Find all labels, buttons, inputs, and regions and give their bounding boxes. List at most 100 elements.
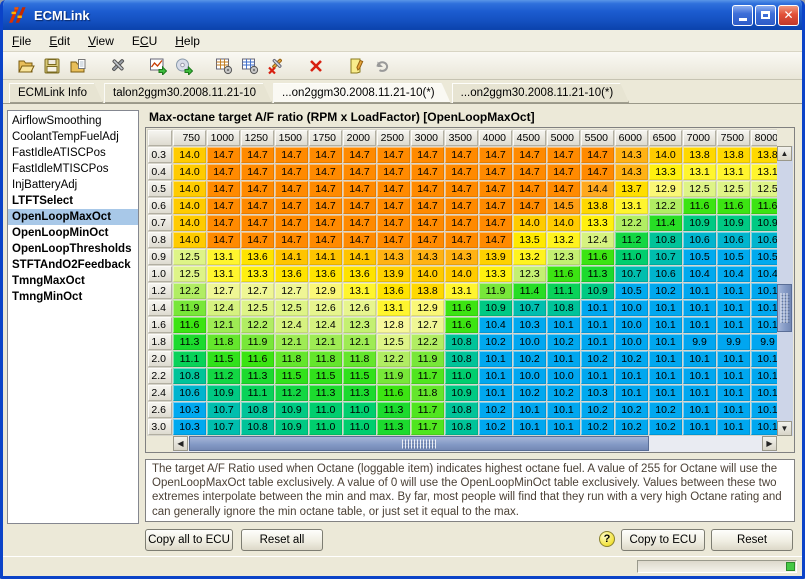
sidebar-item-openloopminoct[interactable]: OpenLoopMinOct (8, 225, 138, 241)
cell-0.4-2500[interactable]: 14.7 (377, 164, 410, 180)
cell-1.0-7500[interactable]: 10.4 (717, 266, 750, 282)
load-header-2.0[interactable]: 2.0 (148, 351, 172, 367)
export-graph-icon[interactable] (145, 54, 171, 78)
cell-2.0-8000[interactable]: 10.1 (751, 351, 777, 367)
cell-0.5-5500[interactable]: 14.4 (581, 181, 614, 197)
cell-2.4-8000[interactable]: 10.1 (751, 385, 777, 401)
sidebar-item-fastidleatiscpos[interactable]: FastIdleATISCPos (8, 145, 138, 161)
cell-1.6-7000[interactable]: 10.1 (683, 317, 716, 333)
cell-0.5-2500[interactable]: 14.7 (377, 181, 410, 197)
rpm-header-6500[interactable]: 6500 (649, 130, 682, 146)
cell-0.9-1500[interactable]: 14.1 (275, 249, 308, 265)
cell-0.9-5500[interactable]: 11.6 (581, 249, 614, 265)
cell-1.2-7500[interactable]: 10.1 (717, 283, 750, 299)
cell-1.6-2000[interactable]: 12.3 (343, 317, 376, 333)
cell-3.0-6500[interactable]: 10.2 (649, 419, 682, 435)
cell-0.8-1500[interactable]: 14.7 (275, 232, 308, 248)
cell-3.0-5000[interactable]: 10.1 (547, 419, 580, 435)
load-header-1.4[interactable]: 1.4 (148, 300, 172, 316)
cell-0.4-3500[interactable]: 14.7 (445, 164, 478, 180)
cell-0.3-2000[interactable]: 14.7 (343, 147, 376, 163)
cell-1.8-2000[interactable]: 12.1 (343, 334, 376, 350)
cell-0.7-2000[interactable]: 14.7 (343, 215, 376, 231)
cell-0.6-8000[interactable]: 11.6 (751, 198, 777, 214)
scroll-up-button[interactable]: ▲ (777, 146, 792, 161)
cell-0.5-6500[interactable]: 12.9 (649, 181, 682, 197)
rpm-header-3000[interactable]: 3000 (411, 130, 444, 146)
cell-3.0-2000[interactable]: 11.0 (343, 419, 376, 435)
cell-1.2-750[interactable]: 12.2 (173, 283, 206, 299)
load-header-2.4[interactable]: 2.4 (148, 385, 172, 401)
cell-1.4-1750[interactable]: 12.6 (309, 300, 342, 316)
cell-1.8-5500[interactable]: 10.1 (581, 334, 614, 350)
cell-1.8-3000[interactable]: 12.2 (411, 334, 444, 350)
load-header-0.6[interactable]: 0.6 (148, 198, 172, 214)
rpm-header-5000[interactable]: 5000 (547, 130, 580, 146)
cell-0.6-1500[interactable]: 14.7 (275, 198, 308, 214)
cell-1.2-5000[interactable]: 11.1 (547, 283, 580, 299)
load-header-3.0[interactable]: 3.0 (148, 419, 172, 435)
cell-1.8-6500[interactable]: 10.1 (649, 334, 682, 350)
load-header-2.2[interactable]: 2.2 (148, 368, 172, 384)
load-header-1.6[interactable]: 1.6 (148, 317, 172, 333)
display-settings-icon[interactable] (237, 54, 263, 78)
cell-1.0-1250[interactable]: 13.3 (241, 266, 274, 282)
load-header-1.2[interactable]: 1.2 (148, 283, 172, 299)
horizontal-scrollbar[interactable]: ◀ ▶ (173, 436, 777, 452)
cell-0.3-3000[interactable]: 14.7 (411, 147, 444, 163)
rpm-header-7000[interactable]: 7000 (683, 130, 716, 146)
cell-0.7-750[interactable]: 14.0 (173, 215, 206, 231)
cell-0.8-6500[interactable]: 10.8 (649, 232, 682, 248)
cell-1.0-5000[interactable]: 11.6 (547, 266, 580, 282)
scroll-right-button[interactable]: ▶ (762, 436, 777, 451)
scroll-down-button[interactable]: ▼ (777, 421, 792, 436)
cell-0.4-1750[interactable]: 14.7 (309, 164, 342, 180)
cell-2.6-2500[interactable]: 11.3 (377, 402, 410, 418)
rpm-header-8000[interactable]: 8000 (751, 130, 777, 146)
sidebar-item-fastidlemtiscpos[interactable]: FastIdleMTISCPos (8, 161, 138, 177)
cell-2.2-5500[interactable]: 10.1 (581, 368, 614, 384)
cell-1.4-8000[interactable]: 10.1 (751, 300, 777, 316)
rpm-header-4500[interactable]: 4500 (513, 130, 546, 146)
cell-0.6-1750[interactable]: 14.7 (309, 198, 342, 214)
tools-icon[interactable] (105, 54, 131, 78)
cell-0.3-1250[interactable]: 14.7 (241, 147, 274, 163)
cell-0.7-1750[interactable]: 14.7 (309, 215, 342, 231)
horizontal-scroll-thumb[interactable] (189, 436, 649, 451)
cell-3.0-5500[interactable]: 10.2 (581, 419, 614, 435)
cell-1.6-1750[interactable]: 12.4 (309, 317, 342, 333)
cell-1.6-6000[interactable]: 10.0 (615, 317, 648, 333)
cell-0.7-6500[interactable]: 11.4 (649, 215, 682, 231)
cell-1.8-5000[interactable]: 10.2 (547, 334, 580, 350)
cell-2.0-1500[interactable]: 11.8 (275, 351, 308, 367)
cell-0.8-2500[interactable]: 14.7 (377, 232, 410, 248)
cell-3.0-7500[interactable]: 10.1 (717, 419, 750, 435)
cell-1.6-4000[interactable]: 10.4 (479, 317, 512, 333)
cell-0.3-4000[interactable]: 14.7 (479, 147, 512, 163)
vertical-scroll-thumb[interactable] (777, 284, 792, 332)
cell-2.6-1750[interactable]: 11.0 (309, 402, 342, 418)
cell-0.8-3500[interactable]: 14.7 (445, 232, 478, 248)
cell-2.6-5000[interactable]: 10.1 (547, 402, 580, 418)
cell-2.2-6000[interactable]: 10.1 (615, 368, 648, 384)
cell-1.4-4000[interactable]: 10.9 (479, 300, 512, 316)
cell-2.4-3000[interactable]: 11.8 (411, 385, 444, 401)
cell-3.0-7000[interactable]: 10.1 (683, 419, 716, 435)
cell-1.4-750[interactable]: 11.9 (173, 300, 206, 316)
cell-0.4-5500[interactable]: 14.7 (581, 164, 614, 180)
copy-all-to-ecu-button[interactable]: Copy all to ECU (145, 529, 233, 551)
cell-0.5-2000[interactable]: 14.7 (343, 181, 376, 197)
cell-0.6-1250[interactable]: 14.7 (241, 198, 274, 214)
cell-2.6-1500[interactable]: 10.9 (275, 402, 308, 418)
cell-1.0-6500[interactable]: 10.6 (649, 266, 682, 282)
sidebar-item-openloopthresholds[interactable]: OpenLoopThresholds (8, 241, 138, 257)
cell-1.6-750[interactable]: 11.6 (173, 317, 206, 333)
cell-2.2-750[interactable]: 10.8 (173, 368, 206, 384)
sidebar-item-ltftselect[interactable]: LTFTSelect (8, 193, 138, 209)
load-header-0.8[interactable]: 0.8 (148, 232, 172, 248)
cell-0.3-6000[interactable]: 14.3 (615, 147, 648, 163)
cell-0.9-3000[interactable]: 14.3 (411, 249, 444, 265)
rpm-header-1500[interactable]: 1500 (275, 130, 308, 146)
cell-0.6-3000[interactable]: 14.7 (411, 198, 444, 214)
parameter-list[interactable]: AirflowSmoothingCoolantTempFuelAdjFastId… (7, 110, 139, 524)
